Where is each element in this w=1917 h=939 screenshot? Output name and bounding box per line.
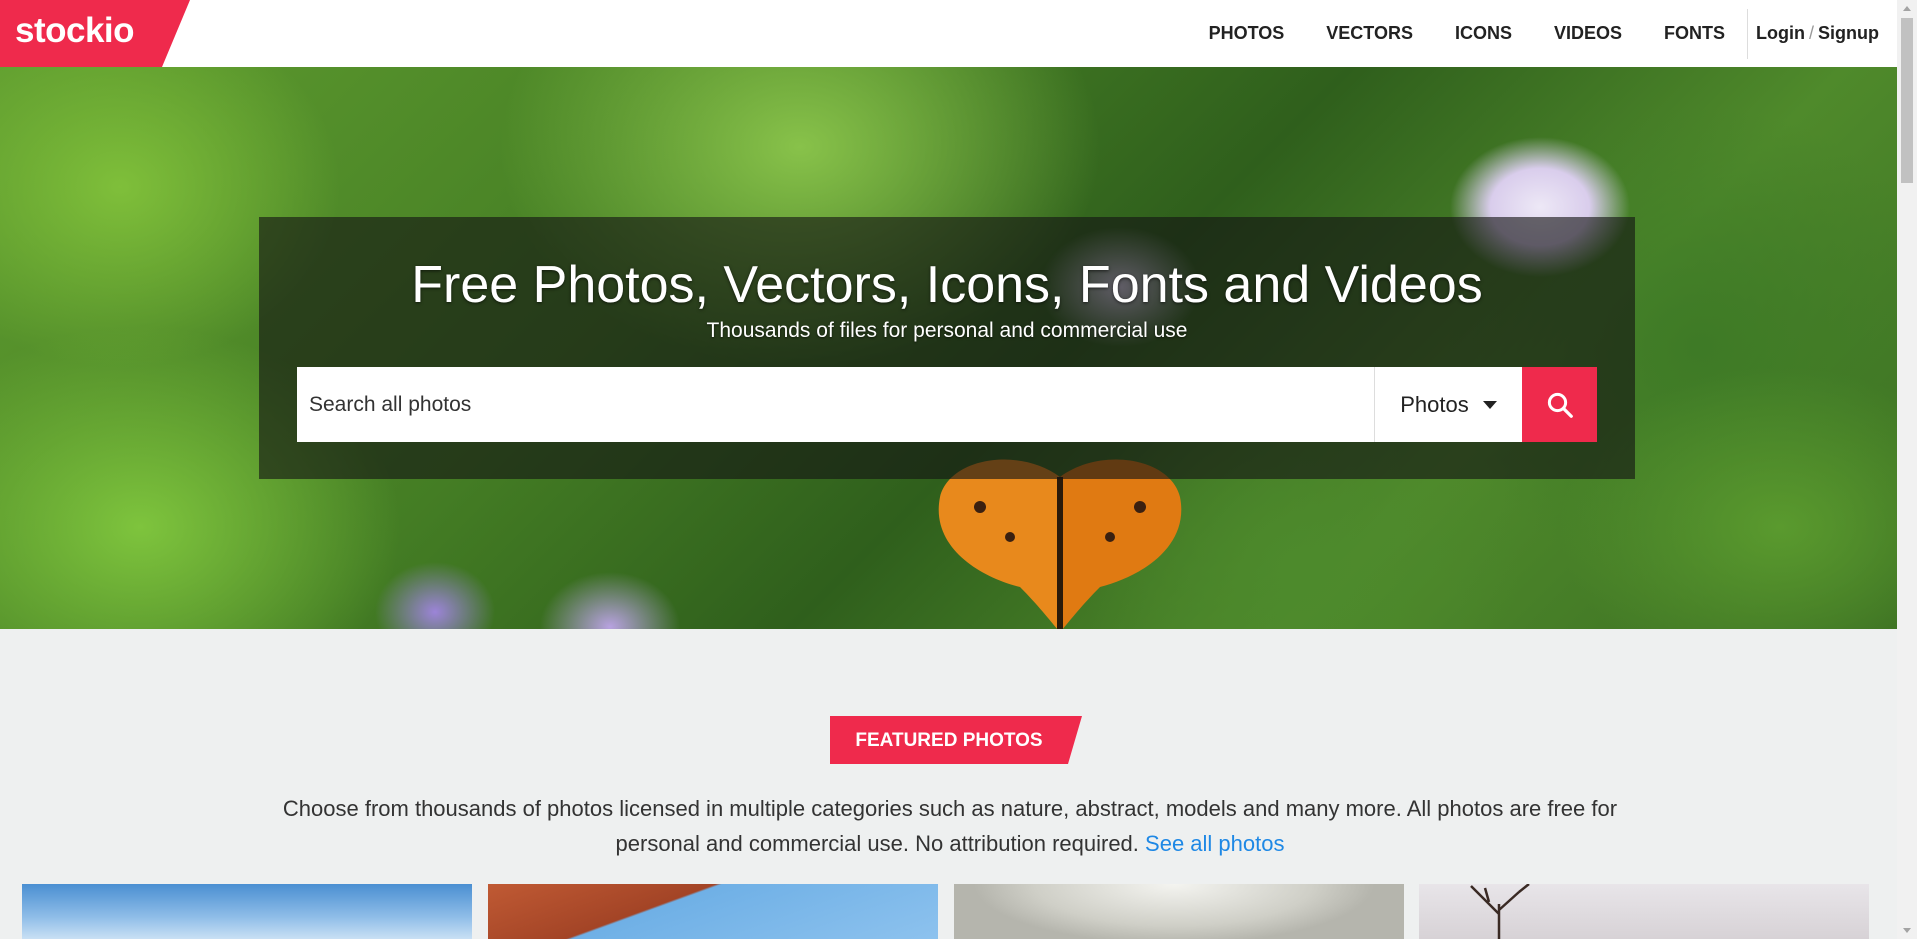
login-link[interactable]: Login	[1756, 23, 1805, 43]
search-type-label: Photos	[1400, 391, 1469, 417]
nav-videos[interactable]: VIDEOS	[1533, 0, 1643, 67]
main-nav: PHOTOS VECTORS ICONS VIDEOS FONTS Login /…	[1188, 0, 1897, 67]
scroll-down-icon[interactable]	[1903, 928, 1911, 933]
nav-divider	[1747, 8, 1748, 59]
auth-separator: /	[1808, 23, 1814, 43]
photo-thumbnail[interactable]	[488, 884, 938, 939]
search-bar: Photos	[297, 367, 1597, 442]
hero-banner: Free Photos, Vectors, Icons, Fonts and V…	[0, 67, 1897, 629]
photo-thumbnail[interactable]	[22, 884, 472, 939]
scroll-up-icon[interactable]	[1903, 6, 1911, 11]
caret-down-icon	[1482, 400, 1497, 409]
nav-vectors[interactable]: VECTORS	[1305, 0, 1434, 67]
see-all-photos-link[interactable]: See all photos	[1145, 831, 1284, 856]
hero-subtitle: Thousands of files for personal and comm…	[706, 319, 1188, 342]
search-type-dropdown[interactable]: Photos	[1374, 367, 1522, 442]
nav-icons[interactable]: ICONS	[1434, 0, 1533, 67]
featured-photo-grid	[22, 884, 1872, 939]
featured-description-text: Choose from thousands of photos licensed…	[282, 796, 1618, 856]
search-button[interactable]	[1522, 367, 1597, 442]
photo-thumbnail[interactable]	[1419, 884, 1869, 939]
nav-photos[interactable]: PHOTOS	[1188, 0, 1306, 67]
logo[interactable]: stockio	[0, 0, 190, 67]
featured-photos-badge: FEATURED PHOTOS	[830, 716, 1082, 764]
photo-thumbnail[interactable]	[954, 884, 1404, 939]
site-header: stockio PHOTOS VECTORS ICONS VIDEOS FONT…	[0, 0, 1897, 67]
signup-link[interactable]: Signup	[1818, 23, 1879, 43]
featured-description: Choose from thousands of photos licensed…	[250, 791, 1650, 861]
logo-text: stockio	[15, 11, 135, 50]
featured-title: FEATURED PHOTOS	[855, 730, 1043, 751]
vertical-scrollbar[interactable]	[1897, 0, 1917, 939]
tree-silhouette	[1470, 884, 1530, 939]
hero-title: Free Photos, Vectors, Icons, Fonts and V…	[411, 256, 1483, 314]
search-icon	[1547, 392, 1573, 418]
nav-fonts[interactable]: FONTS	[1643, 0, 1746, 67]
auth-links: Login / Signup	[1756, 23, 1897, 44]
scroll-thumb[interactable]	[1901, 18, 1913, 183]
hero-search-panel: Free Photos, Vectors, Icons, Fonts and V…	[259, 217, 1635, 479]
search-input[interactable]	[297, 367, 1374, 442]
